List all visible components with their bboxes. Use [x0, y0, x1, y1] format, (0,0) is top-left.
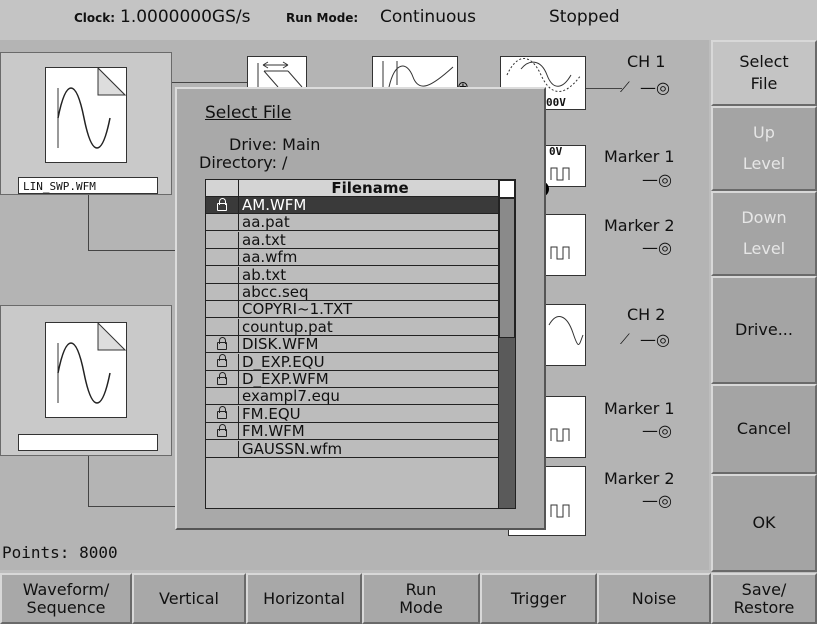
ch1-waveform-name: LIN_SWP.WFM	[18, 177, 158, 194]
output-connector-icon: —◎	[640, 78, 670, 97]
marker2-bottom-label: Marker 2	[604, 469, 675, 488]
file-row[interactable]: GAUSSN.wfm	[206, 440, 498, 458]
file-name: aa.txt	[242, 231, 286, 248]
output-connector-icon: —◎	[642, 491, 672, 510]
lock-icon	[217, 336, 227, 350]
file-name: GAUSSN.wfm	[242, 440, 343, 457]
file-name: AM.WFM	[242, 197, 307, 213]
ch1-voltage: 00V	[546, 96, 566, 109]
file-name: COPYRI~1.TXT	[242, 301, 353, 318]
waveform-file-icon	[45, 321, 127, 418]
lock-icon	[217, 354, 227, 368]
marker1-top-label: Marker 1	[604, 147, 675, 166]
waveform-sequence-button[interactable]: Waveform/ Sequence	[0, 573, 132, 624]
file-name: DISK.WFM	[242, 336, 319, 353]
vertical-scale-icon	[372, 56, 458, 88]
file-list[interactable]: Filename AM.WFM aa.pat aa.txt aa.wfm ab.txt a…	[205, 179, 516, 509]
lock-icon	[217, 197, 227, 211]
file-row[interactable]: aa.pat	[206, 214, 498, 232]
status-bar: Clock: 1.0000000GS/s Run Mode: Continuou…	[0, 0, 817, 40]
file-row[interactable]: FM.EQU	[206, 405, 498, 423]
ch2-waveform-name	[18, 434, 158, 451]
file-name: countup.pat	[242, 318, 333, 335]
file-row[interactable]: exampl7.equ	[206, 388, 498, 406]
marker-box	[544, 396, 586, 458]
signal-line	[586, 88, 622, 89]
file-name: FM.WFM	[242, 423, 305, 440]
file-name: aa.pat	[242, 214, 290, 231]
file-row[interactable]: countup.pat	[206, 318, 498, 336]
ch1-waveform-panel[interactable]: LIN_SWP.WFM	[0, 52, 172, 195]
file-name: abcc.seq	[242, 284, 309, 300]
cancel-button[interactable]: Cancel	[711, 384, 817, 474]
noise-button[interactable]: Noise	[597, 573, 711, 624]
file-list-header: Filename	[206, 180, 498, 197]
clock-label: Clock:	[74, 11, 116, 25]
output-connector-icon: —◎	[640, 330, 670, 349]
scrollbar-up-box[interactable]	[499, 180, 515, 198]
signal-line	[88, 250, 176, 251]
file-row[interactable]: D_EXP.WFM	[206, 371, 498, 388]
lock-icon	[217, 406, 227, 420]
directory-line: Directory: /	[199, 153, 288, 172]
file-name: D_EXP.WFM	[242, 371, 329, 387]
ok-button[interactable]: OK	[711, 474, 817, 572]
dialog-title: Select File	[205, 103, 292, 123]
file-row[interactable]: abcc.seq	[206, 284, 498, 301]
lock-icon	[217, 423, 227, 437]
file-name: D_EXP.EQU	[242, 353, 325, 370]
trigger-button[interactable]: Trigger	[480, 573, 597, 624]
marker2-top-label: Marker 2	[604, 216, 675, 235]
file-row[interactable]: ab.txt	[206, 266, 498, 284]
output-connector-icon: —◎	[642, 170, 672, 189]
horizontal-scale-icon	[247, 56, 307, 88]
file-name: exampl7.equ	[242, 388, 340, 405]
scrollbar-thumb[interactable]	[499, 198, 515, 338]
run-mode-button[interactable]: Run Mode	[362, 573, 480, 624]
horizontal-button[interactable]: Horizontal	[246, 573, 362, 624]
drive-line: Drive: Main	[229, 135, 321, 154]
ch2-waveform-panel[interactable]	[0, 305, 172, 456]
marker-box	[544, 214, 586, 276]
side-menu-title: Select File	[711, 40, 817, 106]
waveform-file-icon	[45, 66, 127, 163]
file-row[interactable]: FM.WFM	[206, 423, 498, 441]
points-label: Points: 8000	[2, 543, 118, 562]
clock-value: 1.0000000GS/s	[120, 7, 251, 27]
vertical-button[interactable]: Vertical	[132, 573, 246, 624]
ch2-output-icon	[544, 304, 586, 366]
signal-line	[88, 195, 89, 250]
select-file-dialog: Select File Drive: Main Directory: / Fil…	[175, 87, 546, 530]
drive-button[interactable]: Drive...	[711, 276, 817, 384]
down-level-button[interactable]: Down Level	[711, 191, 817, 276]
signal-line	[172, 82, 247, 83]
file-row[interactable]: DISK.WFM	[206, 336, 498, 354]
file-row[interactable]: D_EXP.EQU	[206, 353, 498, 371]
run-state: Stopped	[549, 7, 620, 27]
file-name: aa.wfm	[242, 249, 298, 266]
file-name: FM.EQU	[242, 405, 301, 422]
run-mode-label: Run Mode:	[286, 11, 359, 25]
ch2-label: CH 2	[627, 305, 666, 324]
lock-icon	[217, 371, 227, 385]
file-name: ab.txt	[242, 266, 287, 283]
signal-line	[88, 456, 89, 506]
save-restore-button[interactable]: Save/ Restore	[711, 573, 817, 624]
marker1-bottom-label: Marker 1	[604, 399, 675, 418]
file-row[interactable]: AM.WFM	[206, 197, 498, 214]
switch-icon: ⟋	[620, 80, 630, 96]
signal-line	[88, 506, 176, 507]
filename-column-header: Filename	[331, 180, 409, 196]
switch-icon: ⟋	[620, 332, 630, 348]
up-level-button[interactable]: Up Level	[711, 106, 817, 191]
file-row[interactable]: aa.wfm	[206, 249, 498, 267]
output-connector-icon: —◎	[642, 421, 672, 440]
output-connector-icon: —◎	[642, 238, 672, 257]
marker-voltage: 0V	[549, 145, 563, 158]
scrollbar[interactable]	[498, 180, 515, 508]
run-mode-value: Continuous	[380, 7, 477, 27]
file-row[interactable]: aa.txt	[206, 231, 498, 249]
ch1-label: CH 1	[627, 52, 666, 71]
file-row[interactable]: COPYRI~1.TXT	[206, 301, 498, 319]
